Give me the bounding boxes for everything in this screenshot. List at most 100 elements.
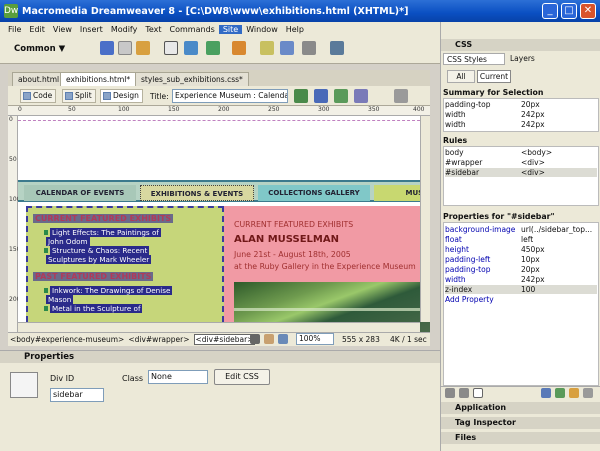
class-label: Class xyxy=(122,374,144,383)
refresh-design-icon[interactable] xyxy=(334,89,348,103)
named-anchor-icon[interactable] xyxy=(136,41,150,55)
add-property-link[interactable]: Add Property xyxy=(445,295,597,304)
tab-css-styles[interactable]: CSS Styles xyxy=(443,53,505,65)
tag-chooser-icon[interactable] xyxy=(330,41,344,55)
css-mode-current[interactable]: Current xyxy=(477,70,511,83)
tab-about-html[interactable]: about.html xyxy=(12,72,66,86)
tag-sidebar[interactable]: <div#sidebar> xyxy=(193,334,256,345)
window-size[interactable]: 555 x 283 xyxy=(342,335,380,344)
css-panel-header[interactable]: CSS xyxy=(441,39,600,51)
css-prop-row[interactable]: background-image url(../sidebar_top... xyxy=(445,225,597,234)
code-view-button[interactable]: Code xyxy=(20,89,57,103)
properties-panel-header[interactable]: Properties xyxy=(0,350,440,363)
select-tool-icon[interactable] xyxy=(250,334,260,344)
edit-style-icon[interactable] xyxy=(569,388,579,398)
menu-file[interactable]: File xyxy=(4,25,25,34)
summary-row[interactable]: padding-top 20px xyxy=(445,100,597,109)
validate-markup-icon[interactable] xyxy=(394,89,408,103)
zoom-select[interactable]: 100% xyxy=(296,333,334,345)
tab-layers[interactable]: Layers xyxy=(507,53,551,65)
sidebar-div[interactable]: CURRENT FEATURED EXHIBITS Light Effects:… xyxy=(26,206,224,332)
rule-row-selected[interactable]: #sidebar <div> xyxy=(445,168,597,177)
menu-edit[interactable]: Edit xyxy=(25,25,49,34)
date-icon[interactable] xyxy=(260,41,274,55)
media-icon[interactable] xyxy=(232,41,246,55)
show-category-icon[interactable] xyxy=(445,388,455,398)
nav-collections-gallery[interactable]: COLLECTIONS GALLERY xyxy=(258,185,370,201)
show-set-properties-icon[interactable] xyxy=(473,388,483,398)
design-view-button[interactable]: Design xyxy=(100,89,143,103)
css-prop-row[interactable]: height 450px xyxy=(445,245,597,254)
page-title-input[interactable]: Experience Museum : Calenda xyxy=(172,89,288,103)
menu-view[interactable]: View xyxy=(49,25,76,34)
edit-css-button[interactable]: Edit CSS xyxy=(214,369,270,385)
table-icon[interactable] xyxy=(164,41,178,55)
zoom-tool-icon[interactable] xyxy=(278,334,288,344)
css-prop-row[interactable]: padding-top 20px xyxy=(445,265,597,274)
class-select[interactable]: None xyxy=(148,370,208,384)
tab-exhibitions-html[interactable]: exhibitions.html* xyxy=(60,72,137,86)
sidebar-link-structure-chaos-1[interactable]: Structure & Chaos: Recent xyxy=(50,246,150,255)
main-heading: CURRENT FEATURED EXHIBITS xyxy=(234,220,354,229)
main-content-div[interactable]: CURRENT FEATURED EXHIBITS ALAN MUSSELMAN… xyxy=(224,206,430,332)
sidebar-link-structure-chaos-2[interactable]: Sculptures by Mark Wheeler xyxy=(46,255,152,264)
templates-icon[interactable] xyxy=(302,41,316,55)
attach-stylesheet-icon[interactable] xyxy=(541,388,551,398)
page-nav-bar: CALENDAR OF EVENTS EXHIBITIONS & EVENTS … xyxy=(18,180,430,202)
split-view-button[interactable]: Split xyxy=(62,89,96,103)
nav-calendar-of-events[interactable]: CALENDAR OF EVENTS xyxy=(24,185,136,201)
tag-body[interactable]: <body#experience-museum> xyxy=(10,335,124,344)
file-management-icon[interactable] xyxy=(294,89,308,103)
server-comment-icon[interactable] xyxy=(280,41,294,55)
design-canvas[interactable]: CALENDAR OF EVENTS EXHIBITIONS & EVENTS … xyxy=(18,116,430,332)
new-css-rule-icon[interactable] xyxy=(555,388,565,398)
menu-insert[interactable]: Insert xyxy=(76,25,107,34)
ruler-tick: 250 xyxy=(268,106,280,113)
horizontal-scrollbar[interactable] xyxy=(18,322,420,332)
nav-exhibitions-events[interactable]: EXHIBITIONS & EVENTS xyxy=(140,185,254,201)
tag-wrapper[interactable]: <div#wrapper> xyxy=(128,335,189,344)
sidebar-link-inkwork-1[interactable]: Inkwork: The Drawings of Denise xyxy=(50,286,173,295)
rule-row[interactable]: #wrapper <div> xyxy=(445,158,597,167)
menu-help[interactable]: Help xyxy=(282,25,308,34)
panel-tag-inspector[interactable]: Tag Inspector xyxy=(441,417,600,429)
css-prop-row[interactable]: padding-left 10px xyxy=(445,255,597,264)
insert-category-dropdown[interactable]: Common ▼ xyxy=(14,44,65,54)
code-view-icon xyxy=(23,92,31,100)
maximize-button[interactable]: □ xyxy=(561,3,577,19)
delete-rule-icon[interactable] xyxy=(583,388,593,398)
layer-icon[interactable] xyxy=(184,41,198,55)
vertical-scrollbar[interactable] xyxy=(420,116,430,322)
menu-commands[interactable]: Commands xyxy=(166,25,219,34)
hyperlink-icon[interactable] xyxy=(100,41,114,55)
sidebar-link-light-effects-2[interactable]: John Odom xyxy=(46,237,90,246)
rule-element: <div> xyxy=(521,158,545,167)
summary-row[interactable]: width 242px xyxy=(445,120,597,129)
tab-styles-css[interactable]: styles_sub_exhibitions.css* xyxy=(135,72,249,86)
css-prop-row[interactable]: width 242px xyxy=(445,275,597,284)
div-id-select[interactable]: sidebar xyxy=(50,388,104,402)
sidebar-link-metal-sculpture[interactable]: Metal in the Sculpture of xyxy=(50,304,143,313)
menu-site[interactable]: Site xyxy=(218,24,243,34)
css-mode-all[interactable]: All xyxy=(447,70,475,83)
email-link-icon[interactable] xyxy=(118,41,132,55)
sidebar-link-light-effects-1[interactable]: Light Effects: The Paintings of xyxy=(50,228,161,237)
panel-application[interactable]: Application xyxy=(441,402,600,414)
view-options-icon[interactable] xyxy=(354,89,368,103)
sort-az-icon[interactable] xyxy=(459,388,469,398)
rule-row[interactable]: body <body> xyxy=(445,148,597,157)
preview-browser-icon[interactable] xyxy=(314,89,328,103)
image-icon[interactable] xyxy=(206,41,220,55)
menu-modify[interactable]: Modify xyxy=(107,25,142,34)
css-prop-row[interactable]: z-index 100 xyxy=(445,285,597,294)
close-button[interactable]: ✕ xyxy=(580,3,596,19)
summary-row[interactable]: width 242px xyxy=(445,110,597,119)
hand-tool-icon[interactable] xyxy=(264,334,274,344)
css-prop-row[interactable]: float left xyxy=(445,235,597,244)
minimize-button[interactable]: _ xyxy=(542,3,558,19)
sidebar-link-inkwork-2[interactable]: Mason xyxy=(46,295,74,304)
panel-files[interactable]: Files xyxy=(441,432,600,444)
menu-window[interactable]: Window xyxy=(242,25,282,34)
summary-prop: width xyxy=(445,110,466,119)
menu-text[interactable]: Text xyxy=(141,25,165,34)
